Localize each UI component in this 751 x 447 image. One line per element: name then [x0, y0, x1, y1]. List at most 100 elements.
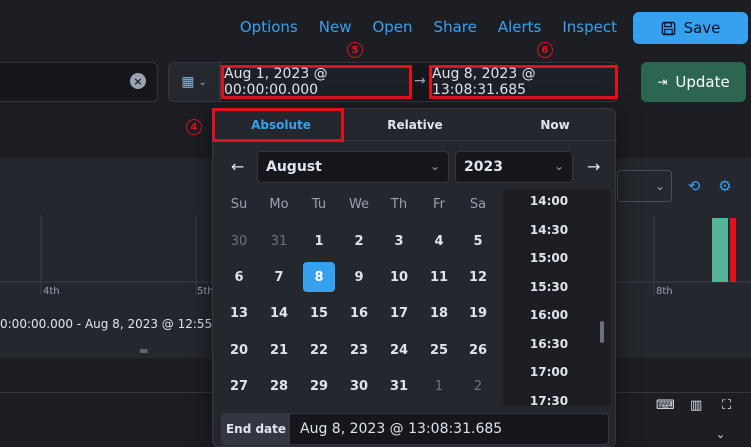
end-date-button[interactable]: Aug 8, 2023 @ 13:08:31.685	[429, 65, 618, 99]
calendar-day[interactable]: 18	[423, 298, 455, 328]
save-icon	[661, 21, 675, 35]
calendar-day[interactable]: 2	[343, 226, 375, 256]
axis-tick-label: 4th	[43, 286, 60, 297]
calendar-day[interactable]: 9	[343, 262, 375, 292]
time-option[interactable]: 14:30	[503, 223, 595, 237]
end-date-field[interactable]: End date Aug 8, 2023 @ 13:08:31.685	[221, 413, 609, 445]
end-date-label: End date	[222, 414, 290, 444]
calendar-day[interactable]: 31	[383, 371, 415, 401]
weekday-label: We	[348, 197, 370, 212]
chevron-down-icon: ⌄	[198, 76, 207, 88]
calendar-day[interactable]: 15	[303, 298, 335, 328]
time-option[interactable]: 17:00	[503, 365, 595, 379]
calendar-day[interactable]: 1	[303, 226, 335, 256]
calendar-day[interactable]: 25	[423, 335, 455, 365]
month-select[interactable]: August ⌄	[257, 151, 449, 183]
chevron-down-icon: ⌄	[429, 159, 440, 173]
annotation-box-absolute	[212, 108, 344, 142]
weekday-label: Fr	[433, 197, 445, 212]
month-select-value: August	[266, 159, 322, 175]
calendar-day[interactable]: 31	[263, 226, 295, 256]
inspect-icon[interactable]: ⟲	[684, 176, 704, 196]
annotation-marker-4: 4	[186, 119, 202, 135]
time-list-scrollbar[interactable]	[600, 321, 604, 343]
calendar-day[interactable]: 28	[263, 371, 295, 401]
calendar-day[interactable]: 29	[303, 371, 335, 401]
time-option[interactable]: 16:30	[503, 337, 595, 351]
calendar-day[interactable]: 5	[462, 226, 494, 256]
time-option[interactable]: 17:30	[503, 394, 595, 407]
axis-tick-label: 8th	[656, 286, 673, 297]
keyboard-icon[interactable]: ⌨	[656, 398, 675, 413]
alerts-link[interactable]: Alerts	[498, 18, 542, 36]
calendar-day[interactable]: 22	[303, 335, 335, 365]
calendar-day[interactable]: 1	[423, 371, 455, 401]
calendar-day[interactable]: 4	[423, 226, 455, 256]
calendar-day[interactable]: 11	[423, 262, 455, 292]
top-nav-bar: Options New Open Share Alerts Inspect Sa…	[0, 0, 751, 56]
annotation-marker-5: 5	[347, 42, 363, 58]
calendar-day[interactable]: 19	[462, 298, 494, 328]
calendar-day[interactable]: 16	[343, 298, 375, 328]
update-button[interactable]: ⇥ Update	[641, 62, 746, 102]
share-link[interactable]: Share	[434, 18, 477, 36]
calendar-day[interactable]: 20	[223, 335, 255, 365]
calendar-day[interactable]: 21	[263, 335, 295, 365]
table-icon[interactable]: ▥	[690, 398, 702, 413]
resize-grip-icon[interactable]: ═	[140, 344, 147, 358]
calendar-day[interactable]: 24	[383, 335, 415, 365]
fullscreen-icon[interactable]: ⛶	[722, 398, 731, 413]
weekday-label: Tu	[311, 197, 327, 212]
weekday-label: Su	[230, 197, 248, 212]
save-button[interactable]: Save	[633, 12, 748, 44]
save-label: Save	[683, 19, 721, 37]
prev-month-icon[interactable]: ←	[231, 157, 244, 176]
calendar-day[interactable]: 27	[223, 371, 255, 401]
calendar-icon: ▦	[181, 74, 195, 90]
clear-icon[interactable]: ×	[130, 73, 146, 89]
start-date-button[interactable]: Aug 1, 2023 @ 00:00:00.000	[221, 65, 412, 99]
inspect-link[interactable]: Inspect	[562, 18, 617, 36]
end-date-input[interactable]: Aug 8, 2023 @ 13:08:31.685	[300, 421, 502, 437]
time-list[interactable]: 14:00 14:30 15:00 15:30 16:00 16:30 17:00 17:30	[503, 189, 611, 406]
refresh-icon: ⇥	[657, 75, 668, 89]
calendar-day[interactable]: 30	[343, 371, 375, 401]
new-link[interactable]: New	[319, 18, 352, 36]
time-option[interactable]: 15:30	[503, 280, 595, 294]
calendar-day[interactable]: 3	[383, 226, 415, 256]
time-option[interactable]: 16:00	[503, 308, 595, 322]
annotation-marker-6: 6	[537, 42, 553, 58]
time-option[interactable]: 14:00	[503, 194, 595, 208]
calendar-day[interactable]: 10	[383, 262, 415, 292]
date-picker-popover: Absolute Relative Now ← August ⌄ 2023 ⌄ …	[212, 108, 617, 447]
calendar-day[interactable]: 26	[462, 335, 494, 365]
date-quick-menu-button[interactable]: ▦ ⌄	[168, 62, 220, 102]
next-month-icon[interactable]: →	[587, 157, 600, 176]
year-select-value: 2023	[464, 159, 503, 175]
gear-icon[interactable]: ⚙	[715, 176, 735, 196]
chevron-down-icon: ⌄	[553, 159, 564, 173]
update-label: Update	[675, 73, 730, 91]
year-select[interactable]: 2023 ⌄	[455, 151, 573, 183]
histogram-bar-edge	[730, 218, 736, 282]
top-nav-links: Options New Open Share Alerts Inspect	[240, 18, 617, 36]
calendar-day[interactable]: 7	[263, 262, 295, 292]
interval-select[interactable]: ⌄	[617, 170, 672, 202]
calendar-day[interactable]: 30	[223, 226, 255, 256]
calendar-day[interactable]: 13	[223, 298, 255, 328]
calendar-day[interactable]: 6	[223, 262, 255, 292]
calendar-day[interactable]: 14	[263, 298, 295, 328]
chevron-down-icon[interactable]: ⌄	[716, 428, 725, 441]
range-arrow-icon: →	[414, 73, 426, 89]
tab-now[interactable]: Now	[493, 109, 617, 141]
tab-relative[interactable]: Relative	[353, 109, 477, 141]
time-option[interactable]: 15:00	[503, 251, 595, 265]
time-range-summary: 0:00:00.000 - Aug 8, 2023 @ 12:55:3	[0, 317, 224, 331]
calendar-day[interactable]: 8	[303, 262, 335, 292]
calendar-day[interactable]: 17	[383, 298, 415, 328]
calendar-day[interactable]: 2	[462, 371, 494, 401]
options-link[interactable]: Options	[240, 18, 298, 36]
calendar-day[interactable]: 23	[343, 335, 375, 365]
open-link[interactable]: Open	[372, 18, 412, 36]
calendar-day[interactable]: 12	[462, 262, 494, 292]
